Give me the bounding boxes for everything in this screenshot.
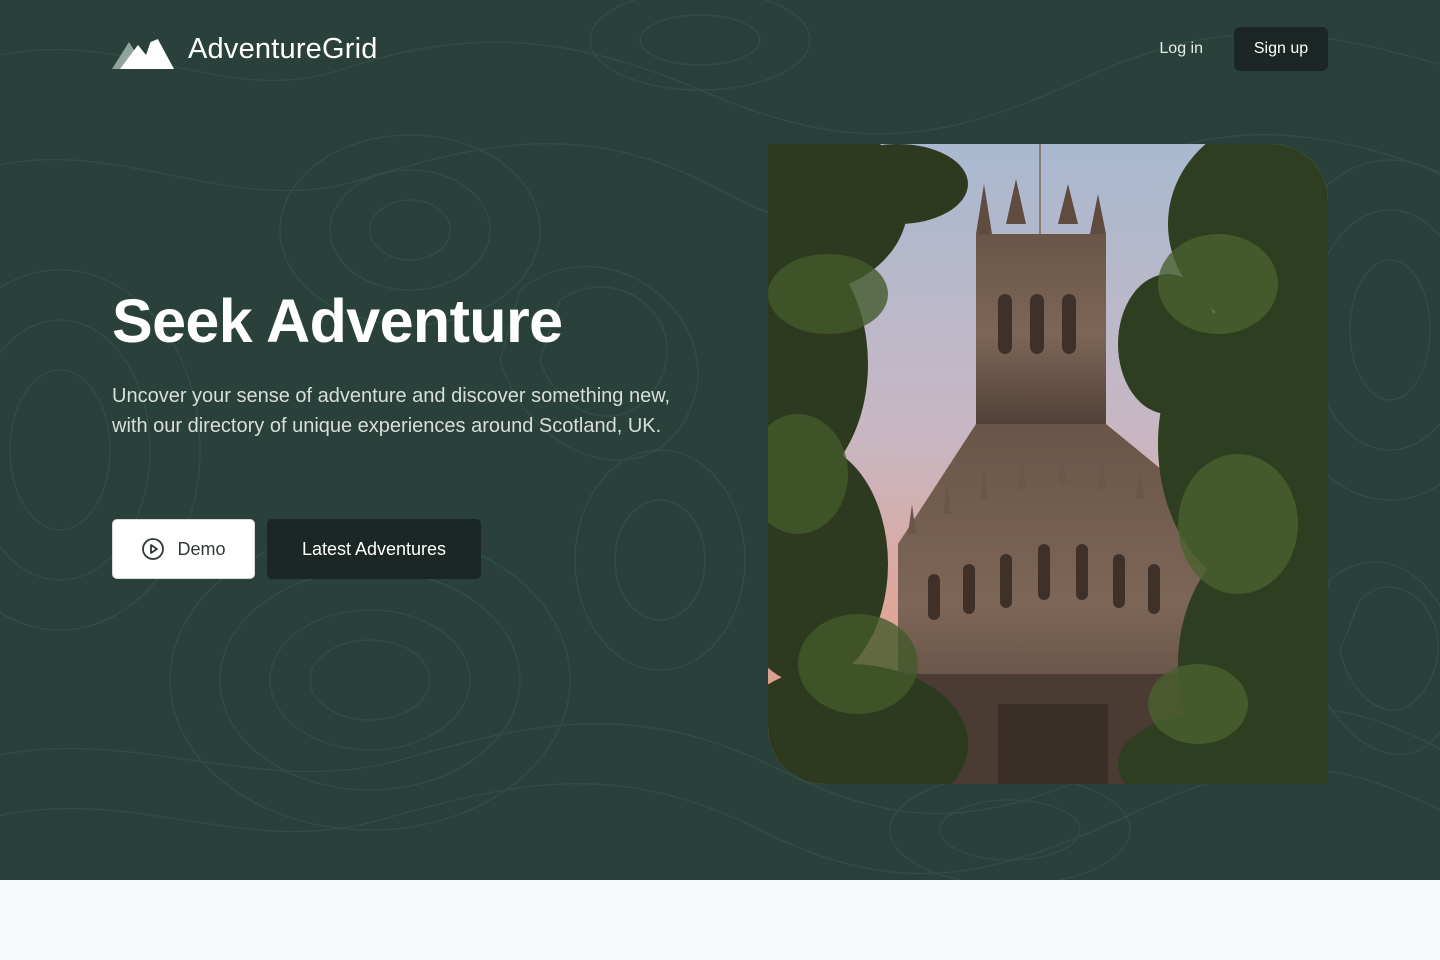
login-link[interactable]: Log in bbox=[1159, 27, 1203, 71]
play-circle-icon bbox=[142, 538, 165, 560]
hero-section: AdventureGrid Log in Sign up Seek Advent… bbox=[0, 0, 1440, 880]
latest-adventures-button[interactable]: Latest Adventures bbox=[267, 519, 481, 579]
gothic-cathedral-photo bbox=[768, 144, 1328, 784]
signup-button[interactable]: Sign up bbox=[1234, 27, 1328, 71]
content-area bbox=[0, 880, 1440, 960]
hero-image bbox=[768, 144, 1328, 784]
brand-name: AdventureGrid bbox=[188, 32, 378, 65]
hero-subtitle: Uncover your sense of adventure and disc… bbox=[112, 385, 671, 437]
mountain-peaks-icon bbox=[112, 32, 174, 69]
top-nav: AdventureGrid Log in Sign up bbox=[112, 27, 1328, 71]
demo-button[interactable]: Demo bbox=[112, 519, 255, 579]
brand-link[interactable]: AdventureGrid bbox=[112, 29, 378, 69]
hero-headline: Seek Adventure bbox=[112, 287, 563, 355]
demo-button-label: Demo bbox=[177, 538, 226, 559]
